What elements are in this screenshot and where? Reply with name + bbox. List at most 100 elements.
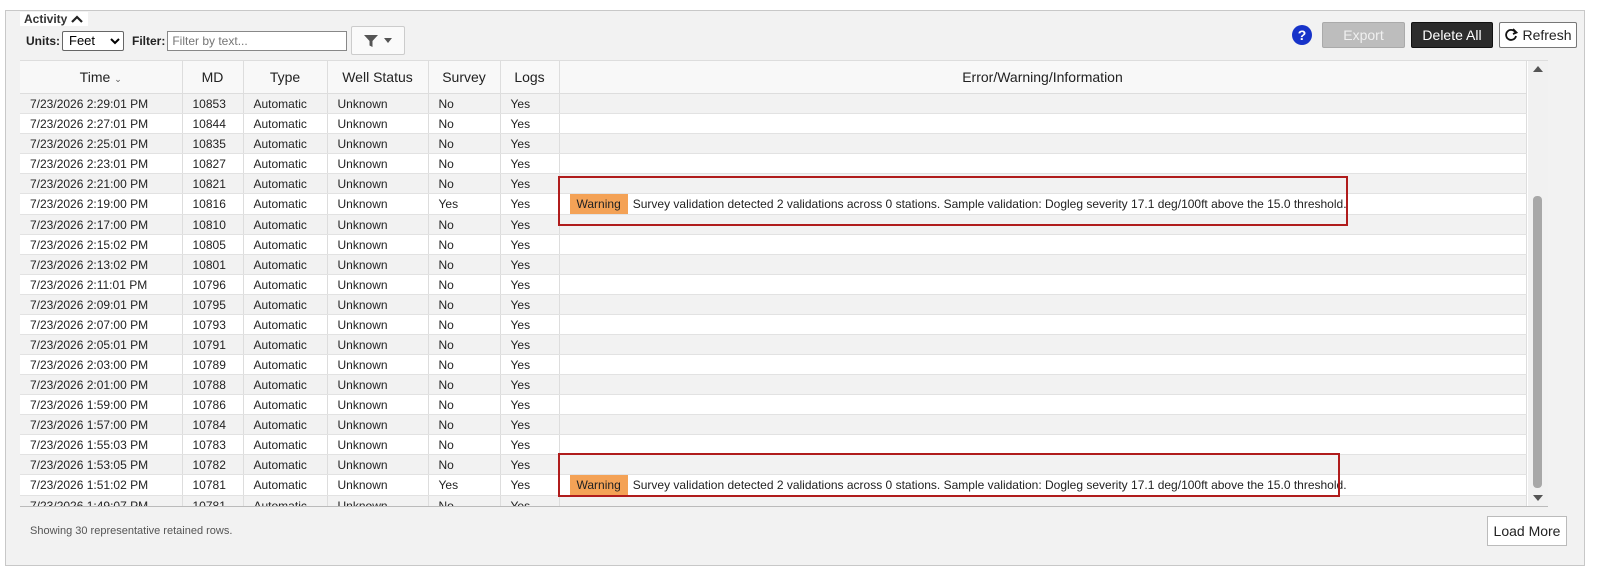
activity-panel-header[interactable]: Activity [20, 12, 89, 26]
table-row[interactable]: 7/23/2026 2:19:00 PM 10816 Automatic Unknow… [20, 193, 1527, 215]
cell-survey: No [428, 354, 501, 375]
cell-survey: No [428, 93, 501, 114]
cell-message [559, 274, 1527, 295]
cell-md: 10793 [182, 314, 244, 335]
table-row[interactable]: 7/23/2026 2:17:00 PM 10810 Automatic Unknow… [20, 214, 1527, 235]
table-row[interactable]: 7/23/2026 2:21:00 PM 10821 Automatic Unknow… [20, 173, 1527, 194]
scrollbar-thumb[interactable] [1533, 196, 1542, 488]
cell-survey: No [428, 214, 501, 235]
cell-type: Automatic [243, 495, 328, 506]
units-select[interactable]: Feet [62, 30, 124, 51]
cell-md: 10786 [182, 394, 244, 415]
cell-message [559, 374, 1527, 395]
warning-message: Survey validation detected 2 validations… [632, 478, 1347, 492]
table-row[interactable]: 7/23/2026 1:51:02 PM 10781 Automatic Unknow… [20, 474, 1527, 496]
cell-time: 7/23/2026 1:49:07 PM [20, 495, 183, 506]
cell-logs: Yes [500, 394, 560, 415]
cell-md: 10853 [182, 93, 244, 114]
cell-survey: No [428, 274, 501, 295]
cell-survey: No [428, 314, 501, 335]
cell-survey: No [428, 133, 501, 154]
cell-well-status: Unknown [327, 113, 429, 134]
table-row[interactable]: 7/23/2026 2:13:02 PM 10801 Automatic Unknow… [20, 254, 1527, 275]
table-row[interactable]: 7/23/2026 2:05:01 PM 10791 Automatic Unknow… [20, 334, 1527, 355]
delete-all-button[interactable]: Delete All [1411, 22, 1493, 48]
cell-time: 7/23/2026 2:15:02 PM [20, 234, 183, 255]
table-row[interactable]: 7/23/2026 1:53:05 PM 10782 Automatic Unknow… [20, 454, 1527, 475]
cell-type: Automatic [243, 294, 328, 315]
load-more-button[interactable]: Load More [1487, 516, 1567, 546]
cell-type: Automatic [243, 434, 328, 455]
table-row[interactable]: 7/23/2026 2:03:00 PM 10789 Automatic Unknow… [20, 354, 1527, 375]
table-row[interactable]: 7/23/2026 2:27:01 PM 10844 Automatic Unknow… [20, 113, 1527, 134]
cell-time: 7/23/2026 2:13:02 PM [20, 254, 183, 275]
table-row[interactable]: 7/23/2026 2:09:01 PM 10795 Automatic Unknow… [20, 294, 1527, 315]
column-header-time[interactable]: Time ⌄ [20, 61, 183, 94]
cell-type: Automatic [243, 474, 328, 496]
column-header-type[interactable]: Type [243, 61, 328, 94]
cell-logs: Yes [500, 434, 560, 455]
cell-message [559, 214, 1527, 235]
cell-survey: No [428, 394, 501, 415]
cell-md: 10844 [182, 113, 244, 134]
cell-survey: No [428, 434, 501, 455]
warning-badge: Warning [569, 475, 628, 495]
cell-md: 10821 [182, 173, 244, 194]
table-row[interactable]: 7/23/2026 1:49:07 PM 10781 Automatic Unknow… [20, 495, 1527, 506]
table-row[interactable]: 7/23/2026 2:15:02 PM 10805 Automatic Unknow… [20, 234, 1527, 255]
refresh-button-label: Refresh [1522, 27, 1572, 43]
table-row[interactable]: 7/23/2026 2:29:01 PM 10853 Automatic Unknow… [20, 93, 1527, 114]
table-row[interactable]: 7/23/2026 2:07:00 PM 10793 Automatic Unknow… [20, 314, 1527, 335]
cell-message: Warning Survey validation detected 2 vali… [559, 193, 1527, 215]
table-row[interactable]: 7/23/2026 2:01:00 PM 10788 Automatic Unknow… [20, 374, 1527, 395]
activity-grid: Time ⌄ MD Type Well Status Survey Logs Er… [20, 60, 1548, 507]
activity-toolbar: Units: Feet Filter: [26, 26, 406, 55]
table-row[interactable]: 7/23/2026 1:59:00 PM 10786 Automatic Unknow… [20, 394, 1527, 415]
cell-message [559, 234, 1527, 255]
cell-type: Automatic [243, 173, 328, 194]
column-header-message[interactable]: Error/Warning/Information [559, 61, 1527, 94]
vertical-scrollbar[interactable] [1528, 61, 1548, 506]
cell-survey: No [428, 334, 501, 355]
cell-time: 7/23/2026 2:21:00 PM [20, 173, 183, 194]
chevron-up-icon[interactable] [70, 14, 84, 24]
column-header-well-status[interactable]: Well Status [327, 61, 429, 94]
table-row[interactable]: 7/23/2026 1:57:00 PM 10784 Automatic Unknow… [20, 414, 1527, 435]
cell-message [559, 434, 1527, 455]
cell-survey: Yes [428, 193, 501, 215]
scroll-down-icon[interactable] [1533, 495, 1543, 501]
cell-well-status: Unknown [327, 173, 429, 194]
table-row[interactable]: 7/23/2026 1:55:03 PM 10783 Automatic Unknow… [20, 434, 1527, 455]
cell-type: Automatic [243, 314, 328, 335]
column-header-survey[interactable]: Survey [428, 61, 501, 94]
cell-time: 7/23/2026 2:17:00 PM [20, 214, 183, 235]
cell-well-status: Unknown [327, 394, 429, 415]
cell-logs: Yes [500, 254, 560, 275]
cell-message [559, 254, 1527, 275]
table-row[interactable]: 7/23/2026 2:23:01 PM 10827 Automatic Unknow… [20, 153, 1527, 174]
column-header-logs[interactable]: Logs [500, 61, 560, 94]
table-row[interactable]: 7/23/2026 2:11:01 PM 10796 Automatic Unknow… [20, 274, 1527, 295]
cell-well-status: Unknown [327, 133, 429, 154]
cell-type: Automatic [243, 394, 328, 415]
filter-input[interactable] [167, 30, 348, 51]
cell-md: 10781 [182, 474, 244, 496]
column-header-md[interactable]: MD [182, 61, 244, 94]
scroll-up-icon[interactable] [1533, 66, 1543, 72]
table-row[interactable]: 7/23/2026 2:25:01 PM 10835 Automatic Unknow… [20, 133, 1527, 154]
cell-time: 7/23/2026 2:05:01 PM [20, 334, 183, 355]
cell-survey: No [428, 414, 501, 435]
cell-well-status: Unknown [327, 294, 429, 315]
refresh-button[interactable]: Refresh [1499, 22, 1577, 48]
cell-type: Automatic [243, 414, 328, 435]
export-button[interactable]: Export [1322, 22, 1405, 48]
cell-md: 10784 [182, 414, 244, 435]
help-icon[interactable]: ? [1292, 25, 1312, 45]
filter-menu-button[interactable] [351, 26, 406, 55]
cell-survey: No [428, 374, 501, 395]
cell-logs: Yes [500, 495, 560, 506]
cell-well-status: Unknown [327, 254, 429, 275]
cell-well-status: Unknown [327, 214, 429, 235]
cell-time: 7/23/2026 1:57:00 PM [20, 414, 183, 435]
cell-well-status: Unknown [327, 193, 429, 215]
